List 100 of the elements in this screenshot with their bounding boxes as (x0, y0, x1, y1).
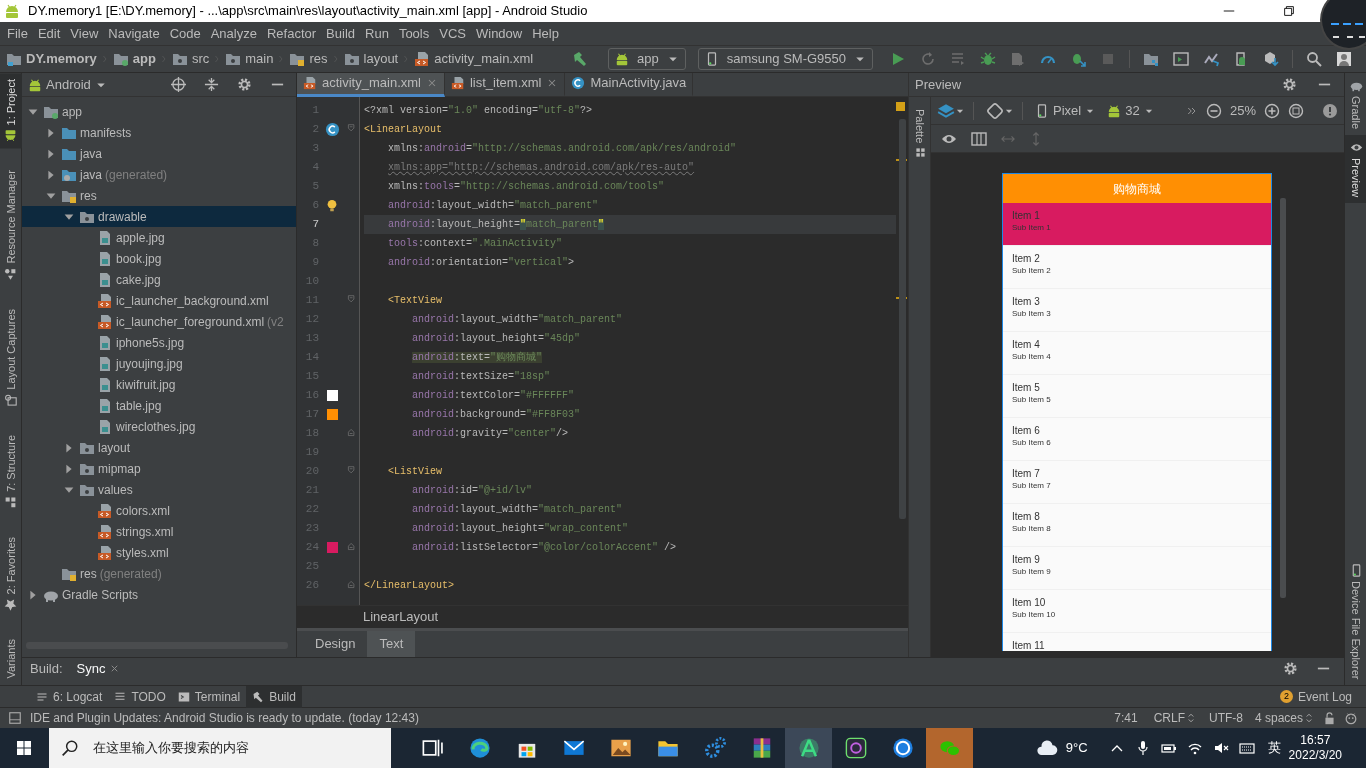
folder-icon[interactable] (1143, 51, 1159, 67)
editor-mode-tab[interactable]: Text (367, 631, 416, 657)
tree-item[interactable]: app (22, 101, 296, 122)
collapse-all-icon[interactable] (204, 77, 219, 92)
breadcrumb-item[interactable]: app (112, 49, 156, 69)
tree-item[interactable]: java (22, 143, 296, 164)
menu-item[interactable]: Navigate (103, 23, 165, 44)
breadcrumb-item[interactable]: res (289, 49, 328, 69)
menu-item[interactable]: Edit (32, 23, 66, 44)
breadcrumb-item[interactable]: LinearLayout (363, 607, 439, 627)
download-icon[interactable] (1263, 51, 1279, 67)
input-method[interactable]: 英 (1267, 738, 1281, 758)
tree-item[interactable]: Gradle Scripts (22, 584, 296, 605)
tree-item[interactable]: kiwifruit.jpg (22, 374, 296, 395)
tool-window-tab[interactable]: Preview (1345, 135, 1366, 204)
columns-icon[interactable] (971, 130, 987, 147)
tree-item[interactable]: strings.xml (22, 521, 296, 542)
tool-windows-icon[interactable] (8, 711, 22, 725)
tree-item[interactable]: java (generated) (22, 164, 296, 185)
menu-item[interactable]: Tools (393, 23, 435, 44)
breadcrumb-item[interactable]: src (171, 49, 210, 69)
menu-item[interactable]: View (65, 23, 104, 44)
tree-item[interactable]: ic_launcher_foreground.xml (v2 (22, 311, 296, 332)
sync-tab[interactable]: Sync (70, 658, 127, 679)
lightbulb-icon[interactable] (325, 198, 339, 213)
run-config-dropdown[interactable]: app (608, 48, 686, 70)
scrollbar[interactable] (1280, 198, 1286, 598)
lock-icon[interactable] (1323, 711, 1336, 725)
view-dropdown[interactable]: Android (28, 74, 107, 95)
orientation-dropdown[interactable] (986, 101, 1014, 120)
zoom-in-icon[interactable] (1264, 102, 1280, 119)
line-separator-selector[interactable]: CRLF (1153, 709, 1197, 727)
tree-item[interactable]: table.jpg (22, 395, 296, 416)
cursor-position[interactable]: 7:41 (1114, 709, 1138, 727)
color-swatch[interactable] (326, 542, 338, 553)
menu-item[interactable]: Build (321, 23, 360, 44)
tree-item[interactable]: mipmap (22, 458, 296, 479)
tool-window-tab[interactable]: Device File Explorer (1345, 557, 1366, 685)
scrollbar[interactable] (899, 119, 906, 519)
speaker-icon[interactable] (1212, 740, 1229, 756)
settings-icon[interactable] (1282, 77, 1297, 92)
warning-icon[interactable] (1322, 102, 1338, 119)
clock[interactable]: 16:57 2022/3/20 (1288, 733, 1342, 763)
breadcrumb-item[interactable]: layout (343, 49, 399, 69)
attach-debugger-icon[interactable] (1070, 51, 1086, 67)
menu-item[interactable]: File (2, 23, 33, 44)
breadcrumb-item[interactable]: activity_main.xml (414, 49, 534, 69)
tool-window-tab[interactable]: 2: Favorites (0, 530, 22, 618)
locate-icon[interactable] (171, 77, 186, 92)
tool-window-tab[interactable]: Gradle (1345, 73, 1366, 136)
tool-window-tab[interactable]: Build (246, 685, 302, 708)
tree-item[interactable]: book.jpg (22, 248, 296, 269)
menu-item[interactable]: Help (527, 23, 564, 44)
menu-item[interactable]: Code (164, 23, 206, 44)
editor-mode-tab[interactable]: Design (303, 631, 368, 657)
search-field[interactable]: 在这里输入你要搜索的内容 (49, 728, 391, 768)
menu-item[interactable]: Analyze (205, 23, 262, 44)
tree-item[interactable]: colors.xml (22, 500, 296, 521)
menu-item[interactable]: Run (360, 23, 394, 44)
tool-window-tab[interactable]: TODO (108, 685, 172, 708)
editor-tab[interactable]: list_item.xml (444, 72, 566, 97)
api-dropdown[interactable]: 32 (1107, 100, 1154, 121)
tree-item[interactable]: apple.jpg (22, 227, 296, 248)
tree-item[interactable]: manifests (22, 122, 296, 143)
menu-item[interactable]: Window (470, 23, 528, 44)
breadcrumb-item[interactable]: DY.memory (6, 49, 97, 69)
event-log-tab[interactable]: 2 Event Log (1273, 685, 1358, 708)
tree-item[interactable]: styles.xml (22, 542, 296, 563)
fold-marker-icon[interactable] (347, 580, 358, 591)
tree-item[interactable]: layout (22, 437, 296, 458)
tree-item[interactable]: res (generated) (22, 563, 296, 584)
tree-item[interactable]: cake.jpg (22, 269, 296, 290)
tool-window-tab[interactable]: Resource Manager (0, 164, 22, 288)
settings-icon[interactable] (237, 77, 252, 92)
class-icon[interactable] (324, 122, 340, 137)
device-dropdown[interactable]: samsung SM-G9550 (697, 48, 873, 70)
zoom-out-icon[interactable] (1205, 102, 1222, 119)
device-dropdown[interactable]: Pixel (1035, 100, 1096, 121)
tree-item[interactable]: values (22, 479, 296, 500)
device-manager-icon[interactable] (1173, 51, 1189, 67)
tool-window-tab[interactable]: 7: Structure (0, 428, 22, 515)
menu-item[interactable]: Refactor (261, 23, 322, 44)
inspector-icon[interactable] (1344, 711, 1358, 725)
color-swatch[interactable] (326, 390, 338, 401)
debug-icon[interactable] (980, 51, 996, 67)
encoding-selector[interactable]: UTF-8 (1208, 709, 1243, 727)
menu-item[interactable]: VCS (434, 23, 471, 44)
restore-icon[interactable] (1282, 4, 1296, 18)
avatar-icon[interactable] (1336, 51, 1352, 67)
tree-item[interactable]: res (22, 185, 296, 206)
run-icon[interactable] (890, 51, 906, 67)
keyboard-icon[interactable] (1238, 740, 1255, 756)
tree-item[interactable]: juyoujing.jpg (22, 353, 296, 374)
search-icon[interactable] (1306, 51, 1322, 67)
tree-item[interactable]: wireclothes.jpg (22, 416, 296, 437)
tool-window-tab[interactable]: 6: Logcat (30, 685, 109, 708)
zoom-fit-icon[interactable] (1288, 102, 1304, 119)
tool-window-tab[interactable]: Variants (0, 633, 22, 685)
weather-widget[interactable]: 9°C (1035, 737, 1088, 759)
settings-icon[interactable] (1283, 661, 1298, 676)
